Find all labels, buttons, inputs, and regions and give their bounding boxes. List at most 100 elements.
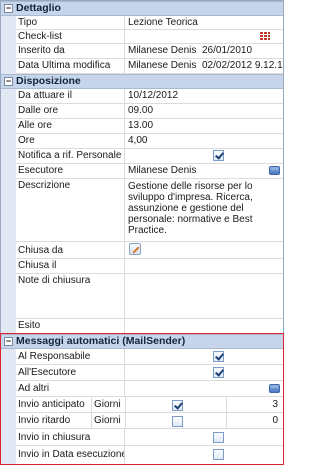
row-tipo[interactable]: Tipo Lezione Teorica <box>16 16 283 30</box>
section-title: Disposizione <box>16 75 81 87</box>
row-ore[interactable]: Ore 4,00 <box>16 134 283 149</box>
row-chiusa-il[interactable]: Chiusa il <box>16 259 283 274</box>
responsabile-checkbox[interactable] <box>213 351 224 362</box>
row-label: Esecutore <box>16 164 125 178</box>
row-label: Descrizione <box>16 179 125 241</box>
row-descrizione[interactable]: Descrizione Gestione delle risorse per l… <box>16 179 283 242</box>
row-inserito-da[interactable]: Inserito da Milanese Denis 26/01/2010 <box>16 44 283 59</box>
row-da-attuare-il[interactable]: Da attuare il 10/12/2012 <box>16 89 283 104</box>
row-label: Dalle ore <box>16 104 125 118</box>
section-header-dettaglio[interactable]: − Dettaglio <box>1 1 283 16</box>
descrizione-text[interactable]: Gestione delle risorse per lo sviluppo d… <box>126 179 283 241</box>
section-gutter <box>1 349 16 464</box>
anticipato-checkbox[interactable] <box>172 400 183 411</box>
row-value <box>126 446 283 463</box>
divider <box>226 397 227 412</box>
row-value[interactable]: 13.00 <box>126 119 283 133</box>
row-value: Lezione Teorica <box>128 17 198 28</box>
divider <box>226 413 227 428</box>
row-note-di-chiusura[interactable]: Note di chiusura <box>16 274 283 319</box>
notifica-checkbox[interactable] <box>213 150 224 161</box>
chiusura-checkbox[interactable] <box>213 432 224 443</box>
esecutore-ellipsis-button[interactable]: ··· <box>269 166 280 175</box>
esecutore-checkbox[interactable] <box>213 367 224 378</box>
row-label: Note di chiusura <box>16 274 125 318</box>
row-label: Invio in chiusura <box>16 429 125 445</box>
row-label: Al Responsabile <box>16 349 125 364</box>
row-value[interactable]: 10/12/2012 <box>126 89 283 103</box>
divider <box>125 413 126 428</box>
row-all-esecutore[interactable]: All'Esecutore <box>16 365 283 381</box>
row-chiusa-da[interactable]: Chiusa da <box>16 242 283 259</box>
row-label: Esito <box>16 319 125 333</box>
row-label: Check-list <box>16 30 125 43</box>
row-invio-data-esecuzione[interactable]: Invio in Data esecuzione <box>16 446 283 463</box>
row-alle-ore[interactable]: Alle ore 13.00 <box>16 119 283 134</box>
section-header-disposizione[interactable]: − Disposizione <box>1 74 283 89</box>
row-label: Notifica a rif. Personale <box>16 149 125 163</box>
checklist-grid-icon[interactable] <box>260 32 270 41</box>
row-notifica[interactable]: Notifica a rif. Personale <box>16 149 283 164</box>
row-label: Ad altri <box>16 381 125 396</box>
section-gutter <box>1 89 16 334</box>
section-header-messaggi[interactable]: − Messaggi automatici (MailSender) <box>1 334 283 349</box>
row-checklist[interactable]: Check-list <box>16 30 283 44</box>
ultima-user: Milanese Denis <box>128 60 197 71</box>
anticipato-days[interactable]: 3 <box>228 397 278 412</box>
esecutore-value: Milanese Denis <box>128 165 197 176</box>
row-label: Data Ultima modifica <box>16 59 125 73</box>
row-value <box>126 349 283 364</box>
row-esito[interactable]: Esito <box>16 319 283 334</box>
collapse-icon[interactable]: − <box>4 337 13 346</box>
row-value <box>126 242 283 258</box>
row-invio-ritardo[interactable]: Invio ritardo Giorni 0 <box>16 413 283 429</box>
row-value[interactable]: 4,00 <box>126 134 283 148</box>
row-value[interactable] <box>126 274 283 318</box>
row-ad-altri[interactable]: Ad altri ··· <box>16 381 283 397</box>
row-label: Inserito da <box>16 44 125 58</box>
data-esecuzione-checkbox[interactable] <box>213 449 224 460</box>
row-value[interactable] <box>126 319 283 333</box>
altri-ellipsis-button[interactable]: ··· <box>269 384 280 393</box>
row-value: ··· <box>126 381 283 396</box>
row-al-responsabile[interactable]: Al Responsabile <box>16 349 283 365</box>
row-label: Tipo <box>16 16 125 29</box>
row-label: Invio ritardo <box>16 413 92 428</box>
row-value <box>126 429 283 445</box>
row-value <box>126 149 283 163</box>
row-label: Chiusa il <box>16 259 125 273</box>
row-label: Invio in Data esecuzione <box>16 446 125 463</box>
row-value <box>126 30 283 43</box>
row-value <box>126 365 283 380</box>
row-value[interactable] <box>126 259 283 273</box>
collapse-icon[interactable]: − <box>4 4 13 13</box>
section-title: Dettaglio <box>16 2 61 14</box>
row-value: Milanese Denis ··· <box>126 164 283 178</box>
row-invio-anticipato[interactable]: Invio anticipato Giorni 3 <box>16 397 283 413</box>
inserito-date: 26/01/2010 <box>202 45 253 56</box>
row-value: Milanese Denis 02/02/2012 9.12.16 <box>126 59 283 73</box>
ritardo-unit: Giorni <box>94 415 121 426</box>
row-label: Alle ore <box>16 119 125 133</box>
ritardo-days[interactable]: 0 <box>228 413 278 428</box>
divider <box>125 397 126 412</box>
row-value[interactable]: 09.00 <box>126 104 283 118</box>
row-label: Invio anticipato <box>16 397 92 412</box>
row-label: Ore <box>16 134 125 148</box>
pencil-icon[interactable] <box>129 243 141 255</box>
section-title: Messaggi automatici (MailSender) <box>16 335 186 347</box>
ultima-date: 02/02/2012 9.12.16 <box>202 60 283 71</box>
row-value: Milanese Denis 26/01/2010 <box>126 44 283 58</box>
inserito-user: Milanese Denis <box>128 45 197 56</box>
collapse-icon[interactable]: − <box>4 77 13 86</box>
row-esecutore[interactable]: Esecutore Milanese Denis ··· <box>16 164 283 179</box>
row-dalle-ore[interactable]: Dalle ore 09.00 <box>16 104 283 119</box>
row-label: Chiusa da <box>16 242 125 258</box>
row-data-ultima-modifica[interactable]: Data Ultima modifica Milanese Denis 02/0… <box>16 59 283 74</box>
row-invio-in-chiusura[interactable]: Invio in chiusura <box>16 429 283 446</box>
row-label: Da attuare il <box>16 89 125 103</box>
anticipato-unit: Giorni <box>94 399 121 410</box>
row-label: All'Esecutore <box>16 365 125 380</box>
section-gutter <box>1 16 16 74</box>
ritardo-checkbox[interactable] <box>172 416 183 427</box>
